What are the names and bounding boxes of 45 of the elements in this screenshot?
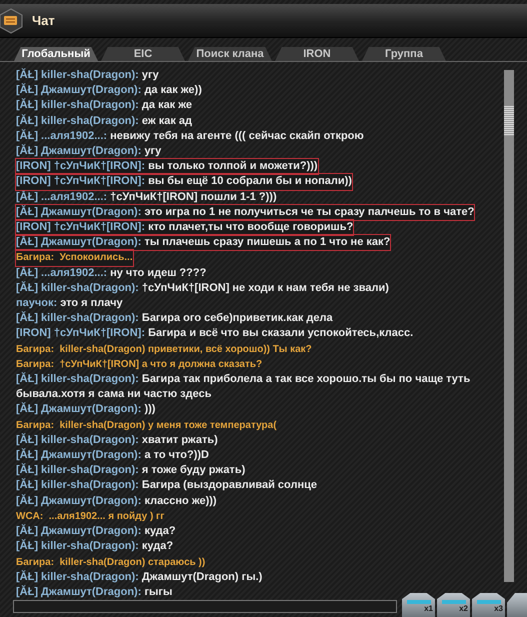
chat-message: [ĂŁ] Джамшут(Dragon): классно же))) — [16, 494, 217, 509]
chat-message: [ĂŁ] killer-sha(Dragon): Джамшут(Dragon) гы.) — [16, 570, 262, 585]
tab[interactable]: IRON — [275, 47, 359, 61]
chat-message: Багира: killer-sha(Dragon) у меня тоже температура( — [16, 418, 277, 433]
chat-message: Багира: killer-sha(Dragon) стараюсь )) — [16, 556, 206, 570]
slot-button[interactable]: x3 — [472, 593, 505, 617]
chat-message: [ĂŁ] killer-sha(Dragon): угу — [16, 68, 159, 83]
chat-message: [ĂŁ] ...аля1902...: †сУпЧиК†[IRON] пошли 1-1 ?))) — [16, 190, 277, 205]
chat-message: [ĂŁ] Джамшут(Dragon): а то что?))D — [16, 448, 209, 463]
chat-message: [ĂŁ] killer-sha(Dragon): да как же — [16, 98, 192, 114]
chat-message: [ĂŁ] killer-sha(Dragon): Багира так приболела а так все хорошо.ты бы по чаще туть бывала.хотя я сама ни частю здесь — [16, 372, 472, 402]
chat-message: [ĂŁ] killer-sha(Dragon): Багира (выздоравливай солнце — [16, 478, 317, 494]
window-title: Чат — [32, 12, 55, 30]
chat-message: WCA: ...аля1902... я пойду ) гг — [16, 510, 164, 524]
slot-button[interactable]: x2 — [437, 593, 470, 617]
chat-message: [ĂŁ] ...аля1902...: ну что идеш ???? — [16, 266, 206, 281]
chat-message: [ĂŁ] killer-sha(Dragon): хватит ржать) — [16, 432, 218, 448]
chat-message: [ĂŁ] ...аля1902...: невижу тебя на агенте ((( сейчас скайп открою — [16, 128, 364, 144]
tab[interactable]: EIC — [101, 47, 185, 61]
chat-message: паучок: это я плачу — [16, 296, 123, 311]
slot-button[interactable] — [507, 593, 527, 617]
chat-message: [ĂŁ] Джамшут(Dragon): угу — [16, 144, 162, 160]
chat-message: [IRON] †сУпЧиК†[IRON]: вы только толпой и можети?))) — [16, 159, 318, 174]
chat-message: [ĂŁ] Джамшут(Dragon): ))) — [16, 402, 156, 418]
tab[interactable]: Группа — [362, 47, 446, 61]
chat-icon — [0, 8, 24, 34]
scrollbar[interactable] — [504, 70, 514, 582]
chat-message: Багира: †сУпЧиК†[IRON] а что я должна сказать? — [16, 358, 262, 372]
slot-button[interactable]: x1 — [402, 593, 435, 617]
chat-message: [ĂŁ] killer-sha(Dragon): Багира ого себе)приветик.как дела — [16, 311, 333, 326]
chat-message: [ĂŁ] Джамшут(Dragon): да как же)) — [16, 83, 202, 98]
chat-message: [IRON] †сУпЧиК†[IRON]: Багира и всё что вы сказали успокойтесь,класс. — [16, 326, 414, 342]
tab[interactable]: Глобальный — [14, 47, 98, 61]
chat-message: Багира: killer-sha(Dragon) приветики, всё хорошо)) Ты как? — [16, 342, 312, 357]
chat-message: [ĂŁ] killer-sha(Dragon): куда? — [16, 539, 174, 554]
tab[interactable]: Поиск клана — [188, 47, 272, 61]
chat-message: [IRON] †сУпЧиК†[IRON]: вы бы ещё 10 собрали бы и нопали)) — [16, 174, 352, 190]
chat-message: Багира: Успокоились... — [16, 250, 133, 266]
chat-message: [ĂŁ] Джамшут(Dragon): гыгы — [16, 584, 172, 600]
chat-message: [ĂŁ] Джамшут(Dragon): ты плачешь сразу пишешь а по 1 что не как? — [16, 235, 390, 250]
chat-message: [ĂŁ] Джамшут(Dragon): это игра по 1 не получиться че ты сразу палчешь то в чате? — [16, 204, 474, 220]
chat-message: [ĂŁ] killer-sha(Dragon): †сУпЧиК†[IRON] не ходи к нам тебя не звали) — [16, 280, 389, 296]
chat-message: [ĂŁ] killer-sha(Dragon): я тоже буду ржать) — [16, 463, 246, 478]
chat-message: [ĂŁ] killer-sha(Dragon): еж как ад — [16, 114, 192, 129]
chat-message: [ĂŁ] Джамшут(Dragon): куда? — [16, 524, 176, 539]
